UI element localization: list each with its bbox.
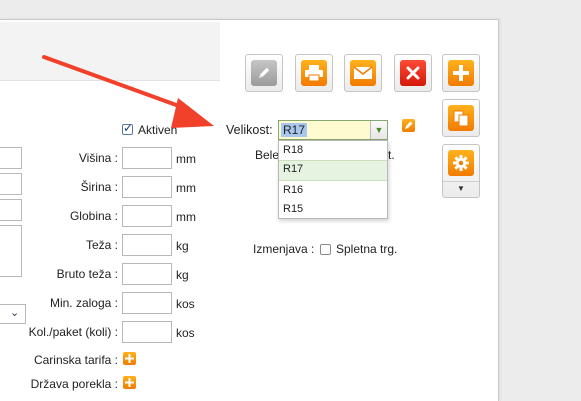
spletna-trg-label: Spletna trg. — [336, 242, 398, 256]
delete-button[interactable] — [394, 54, 432, 92]
copy-icon — [453, 110, 469, 127]
bruto-teza-label: Bruto teža : — [56, 267, 118, 281]
bele-suffix: t. — [388, 148, 395, 162]
edit-icon — [259, 67, 270, 78]
sirina-input[interactable] — [122, 176, 172, 198]
edit-button[interactable] — [245, 54, 283, 92]
print-icon — [305, 65, 323, 82]
pencil-icon — [405, 121, 413, 129]
print-button[interactable] — [295, 54, 333, 92]
globina-input[interactable] — [122, 205, 172, 227]
kol-paket-label: Kol./paket (koli) : — [28, 325, 118, 339]
copy-button[interactable] — [442, 99, 480, 137]
settings-button[interactable]: ▼ — [442, 144, 480, 198]
bele-label: Bele — [255, 148, 280, 162]
velikost-option-r17[interactable]: R17 — [279, 160, 387, 181]
header-band — [0, 22, 220, 81]
izmenjava-label: Izmenjava : — [253, 242, 315, 256]
chevron-down-icon: ⌄ — [10, 307, 20, 319]
add-icon — [453, 65, 469, 81]
velikost-select[interactable]: R17 ▼ — [278, 120, 388, 140]
teza-label: Teža : — [85, 238, 118, 252]
mail-icon — [353, 66, 373, 79]
visina-input[interactable] — [122, 147, 172, 169]
velikost-dropdown: R18 R17 R16 R15 — [278, 140, 388, 219]
sirina-label: Širina : — [80, 180, 118, 194]
caret-down-icon: ▼ — [457, 184, 465, 193]
truncated-textarea[interactable] — [0, 225, 22, 277]
bruto-teza-input[interactable] — [122, 263, 172, 285]
settings-dropdown-toggle[interactable]: ▼ — [443, 181, 479, 196]
visina-label: Višina : — [78, 151, 118, 165]
kol-paket-unit: kos — [176, 326, 195, 340]
truncated-field-2[interactable] — [0, 173, 22, 195]
plus-icon — [125, 354, 134, 363]
visina-unit: mm — [176, 152, 196, 166]
checkmark-icon: ✓ — [123, 121, 134, 135]
plus-icon — [125, 378, 134, 387]
delete-icon — [406, 66, 420, 80]
carinska-add-button[interactable] — [123, 352, 136, 365]
spletna-trg-checkbox[interactable] — [320, 244, 331, 255]
velikost-option-r16[interactable]: R16 — [279, 181, 387, 200]
drzava-porekla-label: Država porekla : — [30, 377, 118, 391]
velikost-label: Velikost: — [226, 123, 273, 137]
chevron-down-icon[interactable]: ▼ — [370, 121, 387, 139]
bruto-teza-unit: kg — [176, 268, 189, 282]
kol-paket-input[interactable] — [122, 321, 172, 343]
velikost-edit-button[interactable] — [402, 119, 415, 132]
min-zaloga-unit: kos — [176, 297, 195, 311]
truncated-select[interactable]: ⌄ — [0, 304, 26, 324]
carinska-tarifa-label: Carinska tarifa : — [33, 353, 118, 367]
min-zaloga-label: Min. zaloga : — [49, 296, 118, 310]
sirina-unit: mm — [176, 181, 196, 195]
settings-icon — [453, 155, 469, 171]
globina-label: Globina : — [69, 209, 118, 223]
drzava-add-button[interactable] — [123, 376, 136, 389]
teza-input[interactable] — [122, 234, 172, 256]
velikost-value: R17 — [281, 123, 308, 137]
aktiven-label: Aktiven — [138, 123, 178, 137]
mail-button[interactable] — [344, 54, 382, 92]
add-button[interactable] — [442, 54, 480, 92]
globina-unit: mm — [176, 210, 196, 224]
min-zaloga-input[interactable] — [122, 292, 172, 314]
velikost-option-r18[interactable]: R18 — [279, 141, 387, 160]
truncated-field-1[interactable] — [0, 147, 22, 169]
teza-unit: kg — [176, 239, 189, 253]
aktiven-checkbox[interactable]: ✓ — [122, 121, 134, 135]
truncated-field-3[interactable] — [0, 199, 22, 221]
velikost-option-r15[interactable]: R15 — [279, 200, 387, 219]
